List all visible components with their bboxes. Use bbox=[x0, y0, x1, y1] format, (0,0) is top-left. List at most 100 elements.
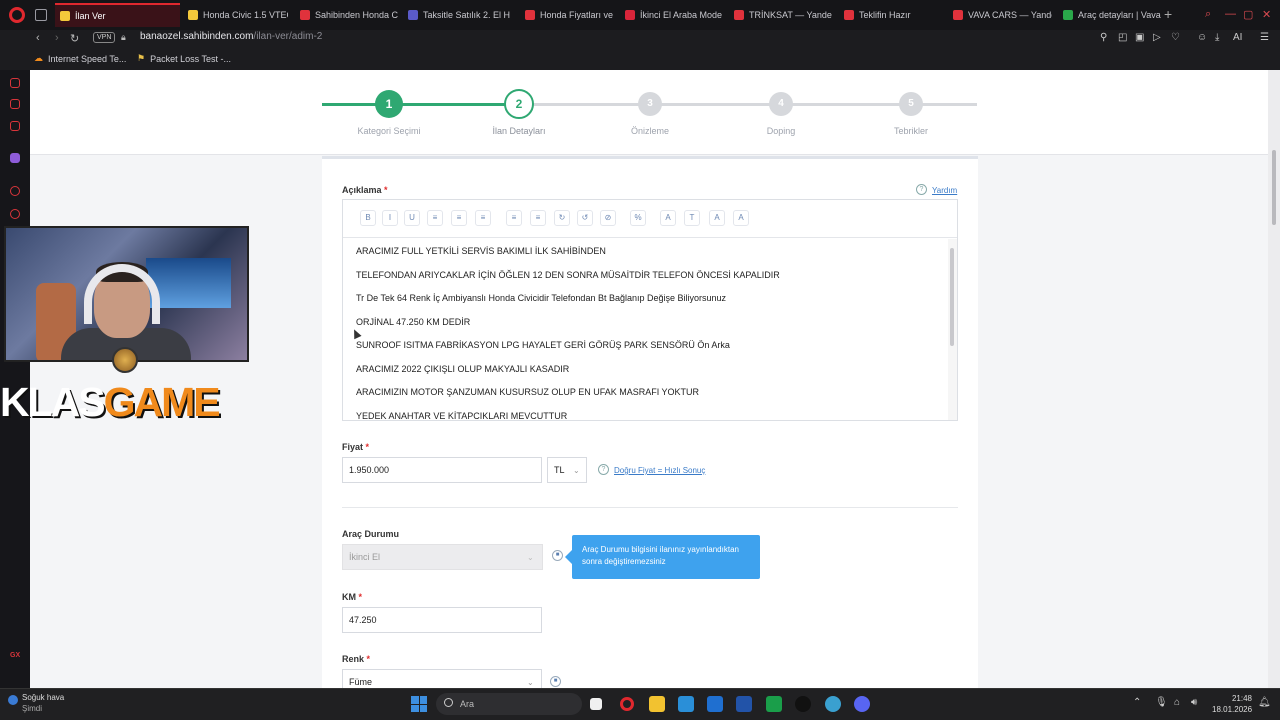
profile-icon[interactable]: ☺ bbox=[1197, 32, 1207, 43]
browser-tab[interactable]: TRİNKSAT — Yandex bbox=[729, 3, 832, 27]
flag-icon: ⚑ bbox=[137, 53, 146, 63]
pin-icon[interactable]: ⚲ bbox=[1100, 32, 1107, 43]
toolbar-button[interactable]: I bbox=[382, 210, 398, 226]
reload-icon[interactable]: ↻ bbox=[70, 32, 79, 45]
toolbar-button[interactable]: A bbox=[709, 210, 725, 226]
url-field[interactable]: banaozel.sahibinden.com/ilan-ver/adim-2 bbox=[140, 31, 322, 42]
condition-label: Araç Durumu bbox=[342, 529, 400, 539]
snapshot-icon[interactable]: ◰ bbox=[1118, 32, 1127, 43]
vpn-badge[interactable]: VPN bbox=[93, 32, 116, 43]
start-icon[interactable] bbox=[411, 696, 427, 712]
editor-scroll-thumb[interactable] bbox=[950, 248, 954, 346]
step-line bbox=[388, 103, 518, 106]
tab-favicon-icon bbox=[734, 10, 744, 20]
aria-icon[interactable] bbox=[10, 78, 20, 88]
toolbar-button[interactable]: % bbox=[630, 210, 646, 226]
taskbar-search[interactable]: Ara bbox=[436, 693, 582, 715]
lock-icon[interactable]: ■ bbox=[552, 550, 563, 561]
km-input[interactable]: 47.250 bbox=[342, 607, 542, 633]
toolbar-button[interactable]: B bbox=[360, 210, 376, 226]
obs-icon[interactable] bbox=[795, 696, 811, 712]
browser-tab[interactable]: Honda Fiyatları ve M bbox=[520, 3, 614, 27]
clock[interactable]: 21:48 18.01.2026 bbox=[1212, 693, 1252, 715]
toolbar-button[interactable]: ↺ bbox=[577, 210, 593, 226]
instagram-icon[interactable] bbox=[10, 121, 20, 131]
toolbar-button[interactable]: ⊘ bbox=[600, 210, 616, 226]
weather-widget[interactable]: Soğuk hava Şimdi bbox=[22, 692, 64, 714]
browser-tab[interactable]: Taksitle Satılık 2. El H bbox=[403, 3, 513, 27]
play-icon[interactable]: ▷ bbox=[1153, 32, 1161, 43]
chevron-up-icon[interactable]: ⌃ bbox=[1133, 697, 1141, 708]
toolbar-button[interactable]: ≡ bbox=[475, 210, 491, 226]
heart-icon[interactable]: ♡ bbox=[1171, 32, 1180, 43]
search-tabs-icon[interactable]: ⌕ bbox=[1205, 8, 1211, 21]
page-scroll-thumb[interactable] bbox=[1272, 150, 1276, 225]
toolbar-button[interactable]: U bbox=[404, 210, 420, 226]
close-window-icon[interactable]: ✕ bbox=[1262, 8, 1271, 21]
wallet-icon[interactable]: ▣ bbox=[1135, 32, 1144, 43]
gx-icon[interactable]: GX bbox=[10, 652, 20, 659]
browser-tab[interactable]: Sahibinden Honda C bbox=[295, 3, 399, 27]
twitch-icon[interactable] bbox=[10, 153, 20, 163]
browser-tab[interactable]: Honda Civic 1.5 VTEC bbox=[183, 3, 288, 27]
color-select[interactable]: Füme bbox=[342, 669, 542, 688]
chevron-down-icon: ⌄ bbox=[573, 466, 580, 475]
price-help-link[interactable]: Doğru Fiyat = Hızlı Sonuç bbox=[614, 466, 705, 475]
toolbar-button[interactable]: ≡ bbox=[506, 210, 522, 226]
bookmark-packet-loss[interactable]: ⚑ Packet Loss Test -... bbox=[137, 53, 231, 64]
tab-label: TRİNKSAT — Yandex bbox=[749, 10, 832, 20]
browser-tab[interactable]: Teklifin Hazır bbox=[839, 3, 939, 27]
toolbar-button[interactable]: ≡ bbox=[427, 210, 443, 226]
minimize-icon[interactable]: — bbox=[1225, 8, 1236, 20]
messenger-icon[interactable] bbox=[10, 99, 20, 109]
store-icon[interactable] bbox=[678, 696, 694, 712]
file-explorer-icon[interactable] bbox=[649, 696, 665, 712]
toolbar-button[interactable]: ≡ bbox=[530, 210, 546, 226]
opera-taskbar-icon[interactable] bbox=[620, 697, 634, 711]
discord-icon[interactable] bbox=[854, 696, 870, 712]
network-icon[interactable]: ⌂ bbox=[1174, 697, 1180, 708]
task-view-icon[interactable] bbox=[590, 698, 602, 710]
browser-tab[interactable]: Araç detayları | Vava bbox=[1058, 3, 1162, 27]
help-link[interactable]: Yardım bbox=[932, 186, 957, 195]
player-icon[interactable] bbox=[10, 186, 20, 196]
tab-label: Honda Fiyatları ve M bbox=[540, 10, 614, 20]
description-editor[interactable]: B I U ≡ ≡ ≡ ≡ ≡ ↻ ↺ ⊘% A T A A ARACIMIZ FULL YETKİLİ S… bbox=[342, 199, 958, 421]
toolbar-button[interactable]: ↻ bbox=[554, 210, 570, 226]
opera-logo-icon[interactable] bbox=[9, 7, 25, 23]
lock-icon[interactable]: 🔒︎ bbox=[121, 32, 126, 43]
tab-favicon-icon bbox=[408, 10, 418, 20]
lock-icon[interactable]: ■ bbox=[550, 676, 561, 687]
toolbar-button[interactable]: T bbox=[684, 210, 700, 226]
help-icon[interactable]: ? bbox=[598, 464, 609, 475]
bookmark-speed-test[interactable]: ☁ Internet Speed Te... bbox=[34, 53, 126, 64]
help-icon[interactable]: ? bbox=[916, 184, 927, 195]
ai-button[interactable]: AI bbox=[1233, 32, 1242, 43]
step-1-label: Kategori Seçimi bbox=[357, 126, 421, 136]
editor-text-area[interactable]: ARACIMIZ FULL YETKİLİ SERVİS BAKIMLI İLK… bbox=[343, 239, 949, 420]
toolbar-button[interactable]: ≡ bbox=[451, 210, 467, 226]
browser-tab[interactable]: VAVA CARS — Yande bbox=[948, 3, 1052, 27]
browser-tab[interactable]: İkinci El Araba Model bbox=[620, 3, 722, 27]
settings-icon[interactable] bbox=[825, 696, 841, 712]
price-input[interactable]: 1.950.000 bbox=[342, 457, 542, 483]
browser-tab[interactable]: İlan Ver bbox=[55, 3, 180, 27]
currency-select[interactable]: TL bbox=[547, 457, 587, 483]
new-tab-icon[interactable]: + bbox=[1164, 6, 1172, 22]
download-icon[interactable]: ⤓ bbox=[1215, 32, 1219, 43]
condition-select[interactable]: İkinci El bbox=[342, 544, 543, 570]
volume-icon[interactable]: 🔊︎ bbox=[1191, 697, 1197, 708]
photos-icon[interactable] bbox=[736, 696, 752, 712]
toolbar-button[interactable]: A bbox=[660, 210, 676, 226]
xbox-icon[interactable] bbox=[766, 696, 782, 712]
outlook-icon[interactable] bbox=[707, 696, 723, 712]
back-icon[interactable]: ‹ bbox=[36, 32, 40, 44]
forward-icon[interactable]: › bbox=[55, 32, 59, 44]
history-icon[interactable] bbox=[10, 209, 20, 219]
tab-manager-icon[interactable] bbox=[35, 9, 47, 21]
toolbar-button[interactable]: A bbox=[733, 210, 749, 226]
maximize-icon[interactable]: ▢ bbox=[1243, 8, 1253, 21]
menu-icon[interactable]: ☰ bbox=[1260, 32, 1269, 43]
microphone-icon[interactable]: 🎙︎ bbox=[1155, 697, 1168, 708]
notification-icon[interactable]: 🔔︎ bbox=[1258, 697, 1271, 708]
